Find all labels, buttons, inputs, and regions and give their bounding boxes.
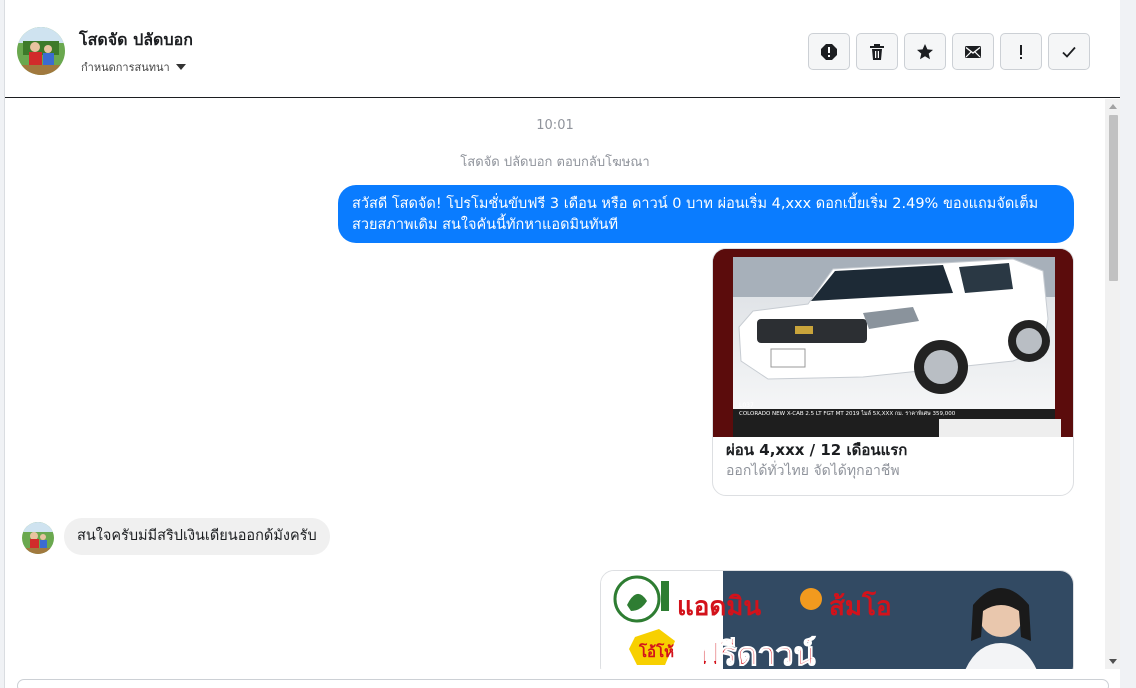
scroll-down-icon[interactable] [1109,659,1117,664]
photo-code: L037 [739,402,754,409]
banner-text-wow: โอ้โห้ [638,642,674,661]
ad-card[interactable]: L037 COLORADO NEW X-CAB 2.5 LT FGT MT 20… [712,248,1074,496]
sender-avatar[interactable] [22,522,54,554]
caret-down-icon [175,64,186,70]
window-edge [1120,0,1136,688]
check-icon [1062,46,1076,58]
mark-followup-button[interactable] [1000,33,1042,70]
mark-spam-button[interactable] [808,33,850,70]
trash-icon [870,43,884,60]
message-timestamp: 10:01 [536,118,574,133]
mark-unread-button[interactable] [952,33,994,70]
banner-text-free-down: ฟรีดาวน์ [697,635,816,669]
spam-icon [821,43,837,60]
banner-text-name: ส้มโอ [829,590,892,622]
message-thread[interactable]: 10:01 โสดจัด ปลัดบอก ตอบกลับโฆษณา สวัสดี… [5,99,1105,669]
assign-label: กำหนดการสนทนา [81,61,170,74]
exclamation-icon [1020,44,1022,59]
envelope-icon [965,45,981,58]
page: โสดจัด ปลัดบอก กำหนดการสนทนา 10:01 โสดจั… [0,0,1136,688]
star-button[interactable] [904,33,946,70]
action-toolbar [808,33,1090,70]
conversation-header: โสดจัด ปลัดบอก กำหนดการสนทนา [5,0,1121,98]
car-photo: L037 COLORADO NEW X-CAB 2.5 LT FGT MT 20… [713,249,1073,437]
system-message: โสดจัด ปลัดบอก ตอบกลับโฆษณา [460,155,650,170]
mark-done-button[interactable] [1048,33,1090,70]
assign-conversation-dropdown[interactable]: กำหนดการสนทนา [81,58,186,76]
scroll-up-icon[interactable] [1109,104,1117,109]
banner-text-admin: แอดมิน [677,592,761,622]
photo-caption: COLORADO NEW X-CAB 2.5 LT FGT MT 2019 ไม… [739,410,956,417]
scroll-thumb[interactable] [1109,115,1118,281]
star-icon [917,43,933,59]
contact-avatar[interactable] [17,27,65,75]
inbox-panel: โสดจัด ปลัดบอก กำหนดการสนทนา 10:01 โสดจั… [4,0,1121,688]
contact-name[interactable]: โสดจัด ปลัดบอก [79,28,193,53]
outgoing-message-bubble: สวัสดี โสดจัด! โปรโมชั่นขับฟรี 3 เดือน ห… [338,185,1074,243]
thread-scrollbar[interactable] [1105,99,1121,669]
delete-button[interactable] [856,33,898,70]
ad-card-subtitle: ออกได้ทั่วไทย จัดได้ทุกอาชีพ [726,463,900,479]
ad-card-title: ผ่อน 4,xxx / 12 เดือนแรก [726,441,908,459]
reply-composer[interactable] [17,679,1109,688]
incoming-message-bubble: สนใจครับม่มีสริปเงินเดียนออกด้มังครับ [64,518,330,555]
promo-banner-image[interactable]: แอดมิน ส้มโอ โอ้โห้ ฟรีดาวน์ [600,570,1074,669]
